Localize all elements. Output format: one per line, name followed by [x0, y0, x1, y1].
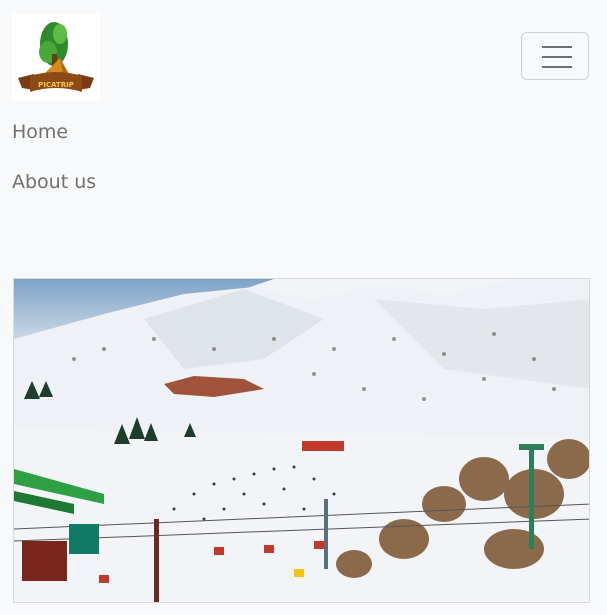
- logo-image: PICATRIP: [18, 22, 94, 92]
- nav-link-home[interactable]: Home: [12, 123, 68, 142]
- logo-text: PICATRIP: [38, 81, 74, 89]
- brand-logo[interactable]: PICATRIP: [12, 14, 100, 101]
- navbar-toggler-button[interactable]: [521, 32, 589, 80]
- nav-link-about-us[interactable]: About us: [12, 173, 96, 192]
- hero-image: [13, 278, 590, 603]
